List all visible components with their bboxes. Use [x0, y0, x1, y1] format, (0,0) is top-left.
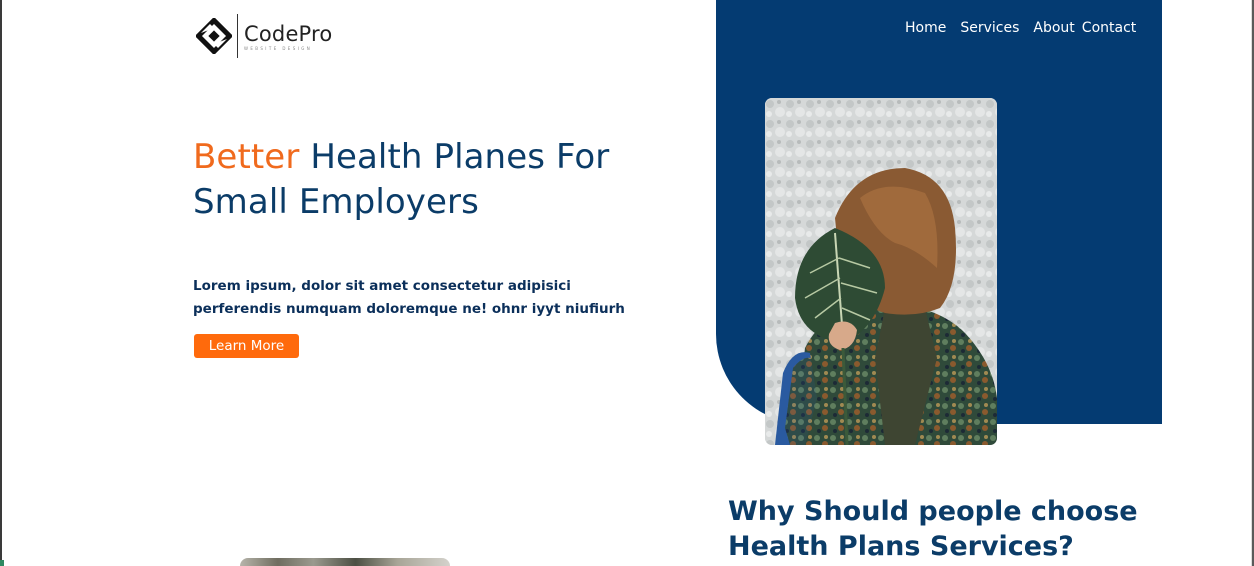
- hero-photo: [765, 98, 997, 445]
- hero-title: Better Health Planes For Small Employers: [193, 135, 673, 225]
- logo-mark-icon: [196, 18, 232, 54]
- main-nav: Home Services About Contact: [905, 19, 1136, 37]
- brand-name: CodePro: [244, 21, 333, 46]
- hero-description: Lorem ipsum, dolor sit amet consectetur …: [193, 278, 625, 317]
- brand-tagline: WEBSITE DESIGN: [244, 45, 313, 51]
- brand-logo[interactable]: CodePro WEBSITE DESIGN: [196, 13, 332, 59]
- logo-text: CodePro WEBSITE DESIGN: [244, 22, 332, 51]
- why-section-title: Why Should people choose Health Plans Se…: [728, 496, 1138, 562]
- logo-divider: [237, 14, 238, 58]
- bottom-photo: [240, 558, 450, 566]
- learn-more-button[interactable]: Learn More: [194, 334, 299, 358]
- page: CodePro WEBSITE DESIGN Home Services Abo…: [0, 0, 1254, 566]
- nav-link-contact[interactable]: Contact: [1082, 19, 1136, 37]
- hero-title-accent: Better: [193, 137, 300, 177]
- nav-link-services[interactable]: Services: [960, 19, 1019, 37]
- window-left-edge: [0, 0, 2, 566]
- nav-link-home[interactable]: Home: [905, 19, 946, 37]
- corner-indicator: [0, 560, 4, 566]
- hero-photo-illustration: [765, 98, 997, 445]
- nav-link-about[interactable]: About: [1033, 19, 1074, 37]
